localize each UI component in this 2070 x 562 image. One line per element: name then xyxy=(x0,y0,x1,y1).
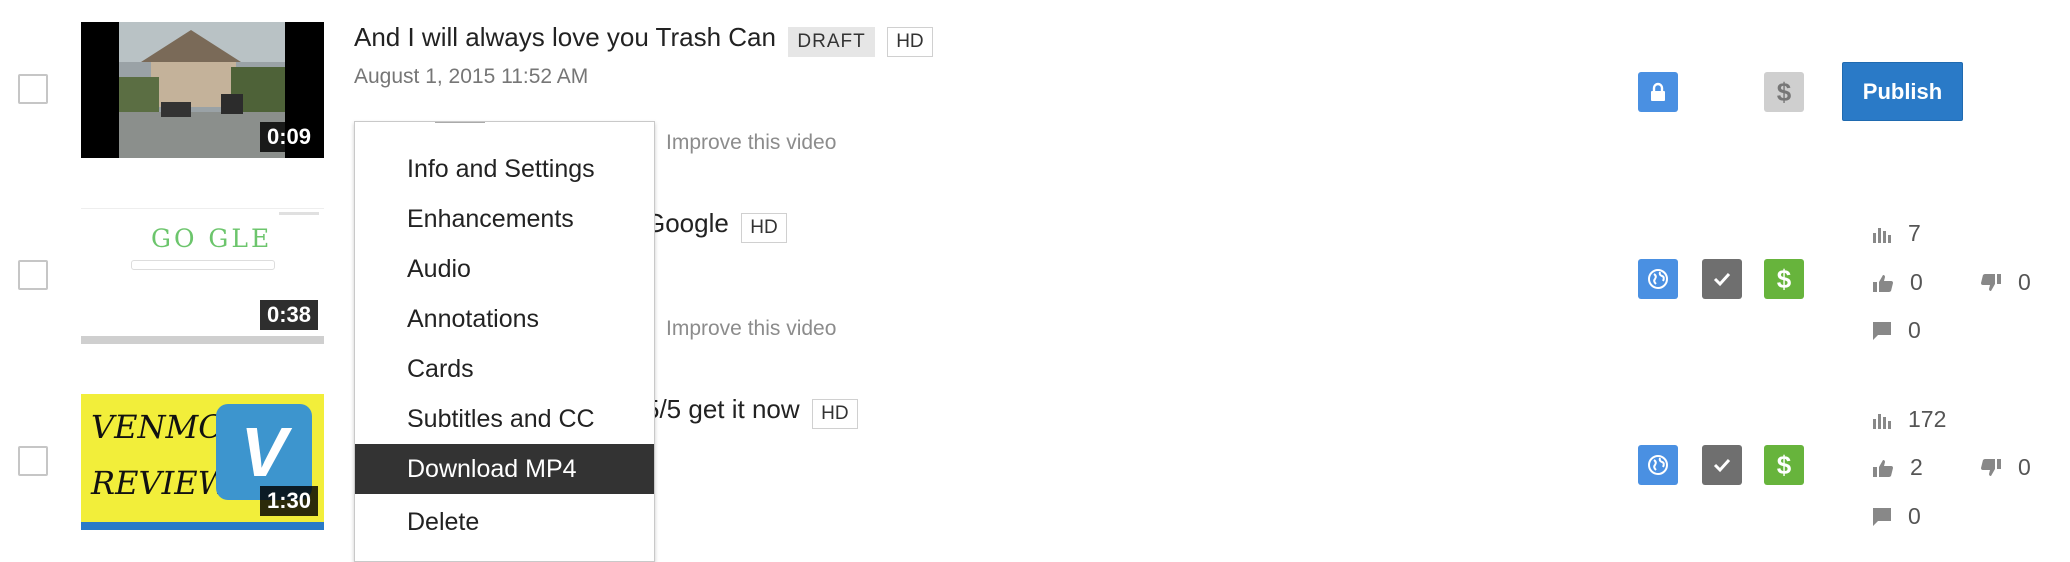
comments-count: 0 xyxy=(1908,503,1921,529)
dislikes-count: 0 xyxy=(2018,454,2031,480)
dislikes-count: 0 xyxy=(2018,269,2031,295)
menu-item-enhancements[interactable]: Enhancements xyxy=(355,194,654,244)
thumbs-down-icon xyxy=(1981,458,2001,476)
checked-status-button-2[interactable] xyxy=(1702,259,1742,299)
video-checkbox-3[interactable] xyxy=(18,446,48,476)
menu-top-divider xyxy=(435,122,485,123)
video-duration: 1:30 xyxy=(259,486,318,516)
comment-icon xyxy=(1873,321,1891,340)
video-thumbnail-3[interactable]: VENMO REVIEW V 1:30 xyxy=(81,394,324,530)
draft-badge: DRAFT xyxy=(788,26,875,57)
menu-item-download-mp4[interactable]: Download MP4 xyxy=(355,444,654,494)
thumbnail-logo-text: GO GLE xyxy=(151,224,273,253)
monetize-button-2[interactable]: $ xyxy=(1764,259,1804,299)
comment-icon xyxy=(1873,507,1891,526)
thumbs-up-icon xyxy=(1873,459,1893,477)
video-title-3[interactable]: 5/5 get it now xyxy=(645,394,800,424)
comments-stat-3: 0 xyxy=(1872,503,1921,530)
video-thumbnail-1[interactable]: 0:09 xyxy=(81,22,324,158)
views-count: 7 xyxy=(1908,220,1921,246)
video-title-1[interactable]: And I will always love you Trash Can xyxy=(354,22,776,52)
likes-count: 2 xyxy=(1910,454,1923,480)
views-stat-3: 172 xyxy=(1872,406,1946,433)
video-thumbnail-2[interactable]: GO GLE 0:38 xyxy=(81,208,324,344)
dislikes-stat-3: 0 xyxy=(1980,454,2031,481)
video-date-1: August 1, 2015 11:52 AM xyxy=(354,65,589,88)
menu-item-audio[interactable]: Audio xyxy=(355,244,654,294)
video-duration: 0:38 xyxy=(259,300,318,330)
comments-stat-2: 0 xyxy=(1872,317,1921,344)
likes-count: 0 xyxy=(1910,269,1923,295)
menu-item-annotations[interactable]: Annotations xyxy=(355,294,654,344)
views-bar-icon xyxy=(1873,227,1891,243)
publish-button[interactable]: Publish xyxy=(1842,62,1963,121)
hd-badge: HD xyxy=(887,26,933,57)
video-duration: 0:09 xyxy=(259,122,318,152)
thumbs-down-icon xyxy=(1981,273,2001,291)
views-count: 172 xyxy=(1908,406,1947,432)
dislikes-stat-2: 0 xyxy=(1980,269,2031,296)
thumbs-up-icon xyxy=(1873,274,1893,292)
views-stat-2: 7 xyxy=(1872,220,1921,247)
improve-video-link-1[interactable]: Improve this video xyxy=(666,131,836,155)
checked-status-button-3[interactable] xyxy=(1702,445,1742,485)
lock-icon xyxy=(1651,82,1665,101)
visibility-private-button[interactable] xyxy=(1638,72,1678,112)
dollar-icon: $ xyxy=(1776,263,1792,294)
thumbnail-text-venmo: VENMO xyxy=(91,408,225,446)
menu-item-subtitles-cc[interactable]: Subtitles and CC xyxy=(355,394,654,444)
video-checkbox-1[interactable] xyxy=(18,74,48,104)
monetize-button-3[interactable]: $ xyxy=(1764,445,1804,485)
dollar-icon: $ xyxy=(1776,76,1792,107)
hd-badge: HD xyxy=(741,212,787,243)
video-actions-menu: Info and Settings Enhancements Audio Ann… xyxy=(354,121,655,562)
video-checkbox-2[interactable] xyxy=(18,260,48,290)
video-title-2[interactable]: Google xyxy=(645,208,729,238)
visibility-public-button-2[interactable] xyxy=(1638,259,1678,299)
likes-stat-2: 0 xyxy=(1872,269,1923,296)
improve-video-link-2[interactable]: Improve this video xyxy=(666,317,836,341)
thumbnail-text-review: REVIEW xyxy=(91,464,231,502)
dollar-icon: $ xyxy=(1776,449,1792,480)
monetize-button-1[interactable]: $ xyxy=(1764,72,1804,112)
check-icon xyxy=(1713,272,1731,287)
menu-item-info-settings[interactable]: Info and Settings xyxy=(355,144,654,194)
likes-stat-3: 2 xyxy=(1872,454,1923,481)
globe-icon xyxy=(1648,269,1668,289)
check-icon xyxy=(1713,458,1731,473)
menu-item-delete[interactable]: Delete xyxy=(355,497,654,547)
menu-item-cards[interactable]: Cards xyxy=(355,344,654,394)
comments-count: 0 xyxy=(1908,317,1921,343)
visibility-public-button-3[interactable] xyxy=(1638,445,1678,485)
hd-badge: HD xyxy=(812,398,858,429)
globe-icon xyxy=(1648,455,1668,475)
views-bar-icon xyxy=(1873,413,1891,429)
